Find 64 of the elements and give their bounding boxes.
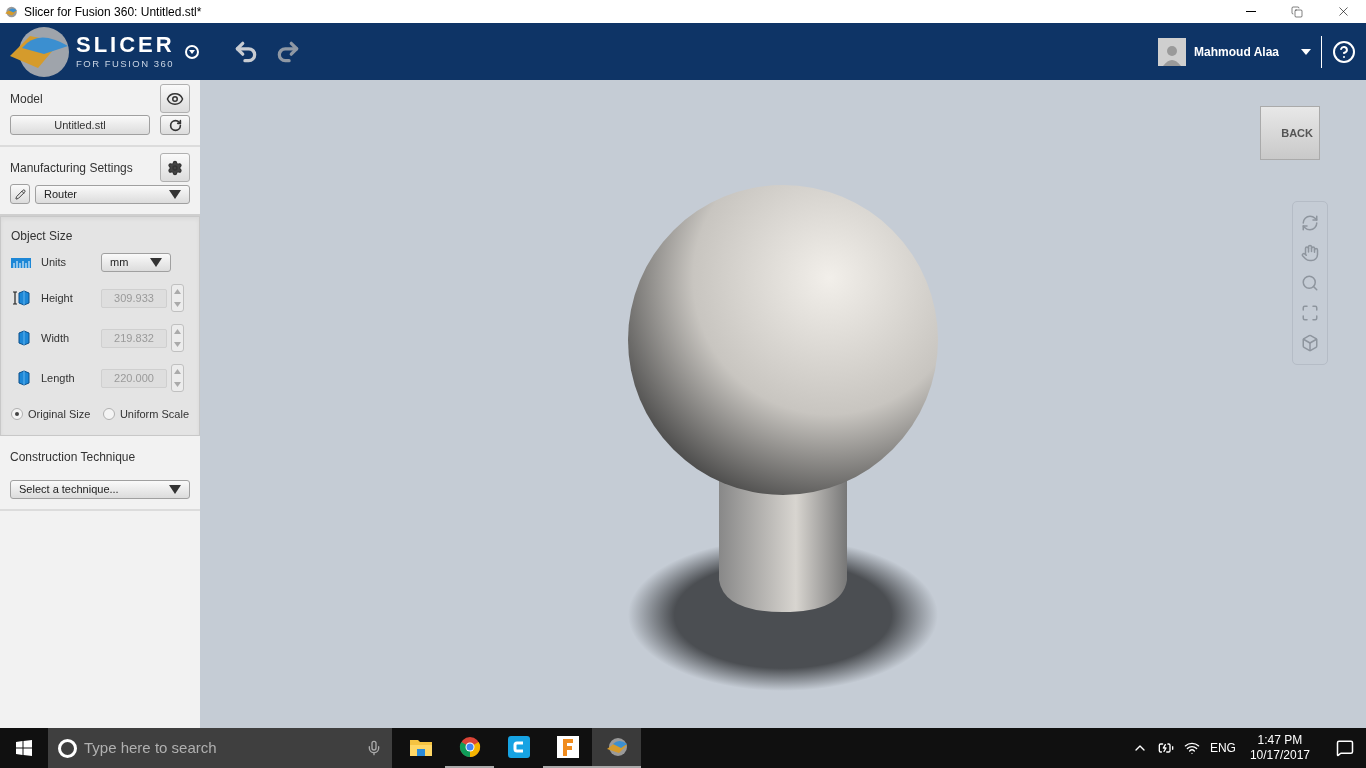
edit-button[interactable] [10,184,30,204]
reload-icon [168,118,182,132]
height-cube-icon [11,289,31,307]
windows-logo-icon [16,740,32,756]
microphone-icon [366,740,382,756]
person-silhouette-icon [1163,43,1182,66]
logo-title: SLICER [76,34,175,57]
view-cube[interactable]: BACK [1260,106,1320,160]
down-arrow-icon [174,302,181,307]
clock[interactable]: 1:47 PM 10/17/2017 [1249,733,1310,763]
ruler-icon [11,257,31,268]
search-box[interactable]: Type here to search [48,728,392,768]
cube-face-label: BACK [1281,125,1313,141]
user-name[interactable]: Mahmoud Alaa [1194,42,1279,61]
section-title: Object Size [11,228,74,245]
app-icon [4,5,18,18]
cortana-icon [58,738,77,758]
restore-icon [1291,5,1303,18]
notifications-icon[interactable] [1336,739,1354,757]
up-arrow-icon [174,329,181,334]
caret-icon [188,49,195,54]
scale-radio[interactable]: Uniform Scale [102,406,189,423]
caret-icon [169,484,181,494]
c-logo-icon [507,736,530,758]
wifi-icon[interactable] [1183,740,1200,756]
logo-subtitle: FOR FUSION 360 [76,59,175,69]
dimension-label: Width [41,330,71,346]
menu-dropdown-button[interactable] [184,44,199,59]
user-menu-button[interactable] [1301,48,1311,55]
slicer-logo-icon [8,25,70,78]
battery-icon[interactable] [1157,740,1174,756]
language-indicator[interactable]: ENG [1209,739,1236,757]
section-title: Model [10,90,43,108]
dimension-label: Length [41,370,76,386]
caret-icon [1301,48,1311,55]
section-title: Construction Technique [10,448,137,466]
window-title: Slicer for Fusion 360: Untitled.stl* [24,3,202,21]
clock-date: 10/17/2017 [1249,748,1310,763]
model-file-button[interactable]: Untitled.stl [10,115,150,135]
up-arrow-icon [174,369,181,374]
folder-icon [408,737,433,757]
machine-dropdown[interactable]: Router [35,184,190,204]
help-button[interactable] [1332,39,1356,64]
reload-button[interactable] [160,115,190,135]
settings-button[interactable] [160,153,190,182]
search-placeholder: Type here to search [84,737,217,758]
dimension-label: Height [41,290,74,306]
scale-radio[interactable]: Original Size [11,406,91,423]
down-arrow-icon [174,342,181,347]
f-logo-icon [556,736,579,758]
caret-icon [169,189,181,199]
units-label: Units [41,255,68,271]
down-arrow-icon [174,382,181,387]
units-dropdown[interactable]: mm [101,253,171,272]
gear-icon [167,159,183,176]
visibility-button[interactable] [160,84,190,113]
chrome-icon [458,736,481,758]
up-arrow-icon [174,289,181,294]
technique-dropdown[interactable]: Select a technique... [10,479,190,499]
section-title: Manufacturing Settings [10,159,133,177]
minimize-icon [1246,11,1256,12]
caret-icon [150,258,162,267]
pencil-icon [14,188,26,200]
clock-time: 1:47 PM [1257,733,1303,748]
